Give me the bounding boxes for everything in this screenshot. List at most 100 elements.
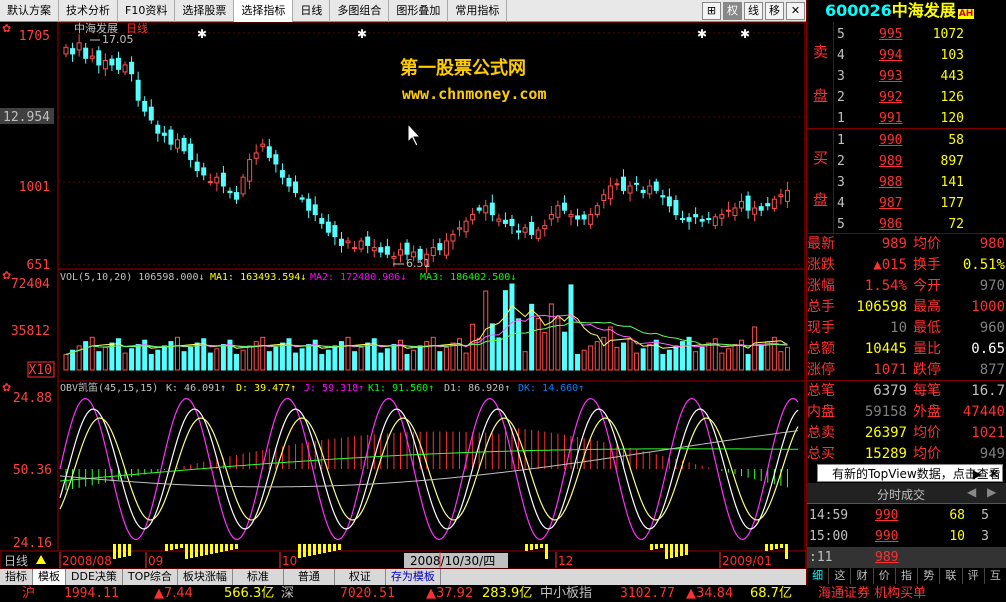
candle-body <box>181 137 187 152</box>
candle-body <box>778 194 784 198</box>
volume-bar <box>699 346 705 371</box>
volume-bar <box>122 352 128 371</box>
close-icon[interactable]: ✕ <box>989 465 999 483</box>
sell-price[interactable]: 993 <box>879 66 902 87</box>
bottom-tab-5[interactable]: 标准 <box>233 569 284 585</box>
buy-row[interactable]: 4 987 177 <box>807 193 1006 214</box>
sell-price[interactable]: 994 <box>879 45 902 66</box>
obv-signal-bar <box>535 544 538 549</box>
sell-row[interactable]: 3 993 443 <box>807 66 1006 87</box>
move-icon[interactable]: 移 <box>765 1 784 20</box>
quote-row: 涨跌 ▲015 换手 0.51% <box>807 255 1006 276</box>
candle-body <box>306 198 312 211</box>
close-icon[interactable]: ✕ <box>786 1 805 20</box>
candle-body <box>516 230 522 233</box>
volume-bar <box>634 352 640 371</box>
right-tab-6[interactable]: 联 <box>940 568 963 584</box>
candle-body <box>371 247 377 252</box>
obv-signal-bar <box>660 544 663 548</box>
time-tick: 10 <box>282 554 297 568</box>
time-tick: 2008/08 <box>62 554 112 568</box>
menu-item-4[interactable]: 选择指标 <box>234 0 294 22</box>
marquee[interactable]: 海通证券 机构买单 <box>806 585 1006 602</box>
right-tab-2[interactable]: 财 <box>851 568 874 584</box>
quote-label-2: 均价 <box>913 236 941 252</box>
sell-price[interactable]: 992 <box>879 87 902 108</box>
volume-bar <box>620 342 626 371</box>
bottom-tab-3[interactable]: TOP综合 <box>123 569 178 585</box>
buy-row[interactable]: 1 990 58 <box>807 130 1006 151</box>
right-tab-4[interactable]: 指 <box>896 568 919 584</box>
sell-price[interactable]: 995 <box>879 24 902 45</box>
price-axis-label: 651 <box>27 258 50 273</box>
quote-panel: 600026中海发展 AH 5 995 1072 4 994 103 3 993 443 2 992 1… <box>806 0 1006 602</box>
quote-label: 总手 <box>807 299 835 315</box>
menu-item-5[interactable]: 日线 <box>293 0 331 22</box>
menu-item-1[interactable]: 技术分析 <box>59 0 118 22</box>
bottom-tab-4[interactable]: 板块涨幅 <box>178 569 233 585</box>
price-axis-label: 1001 <box>19 180 50 195</box>
grid-icon[interactable]: ⊞ <box>702 1 721 20</box>
sell-row[interactable]: 1 991 120 <box>807 108 1006 129</box>
obv-signal-bar <box>545 544 548 559</box>
buy-row[interactable]: 5 986 72 <box>807 214 1006 235</box>
bottom-tab-0[interactable]: 指标 <box>0 569 33 585</box>
sell-row[interactable]: 2 992 126 <box>807 87 1006 108</box>
obv-legend-5: D1: 86.920↑ <box>444 383 510 394</box>
candle-body <box>384 246 390 255</box>
bottom-tab-7[interactable]: 权证 <box>335 569 386 585</box>
candle-body <box>489 202 495 216</box>
rights-icon[interactable]: 权 <box>723 1 742 20</box>
bottom-tab-1[interactable]: 模板 <box>33 569 66 585</box>
menu-item-6[interactable]: 多图组合 <box>330 0 390 22</box>
right-tab-5[interactable]: 势 <box>918 568 941 584</box>
right-tab-0[interactable]: 细 <box>807 568 830 584</box>
sell-price[interactable]: 991 <box>879 108 902 129</box>
topview-arrow-icon[interactable]: ▶ <box>973 465 982 483</box>
ah-badge[interactable]: AH <box>957 9 975 19</box>
buy-price[interactable]: 989 <box>879 151 902 172</box>
chevron-left-icon[interactable]: ◀ <box>967 485 976 499</box>
candle-body <box>660 195 666 198</box>
watermark-title: 第一股票公式网 <box>400 57 526 79</box>
chevron-right-icon[interactable]: ▶ <box>987 485 996 499</box>
obv-signal-bar <box>185 544 188 559</box>
buy-row[interactable]: 3 988 141 <box>807 172 1006 193</box>
sell-row[interactable]: 4 994 103 <box>807 45 1006 66</box>
menu-item-8[interactable]: 常用指标 <box>448 0 508 22</box>
right-tab-1[interactable]: 这 <box>829 568 852 584</box>
buy-volume: 72 <box>948 217 964 232</box>
bottom-tab-2[interactable]: DDE决策 <box>66 569 123 585</box>
obv-signal-bar <box>328 544 331 552</box>
sell-row[interactable]: 5 995 1072 <box>807 24 1006 45</box>
menu-item-3[interactable]: 选择股票 <box>175 0 235 22</box>
buy-price[interactable]: 988 <box>879 172 902 193</box>
candle-body <box>470 214 476 221</box>
buy-price[interactable]: 986 <box>879 214 902 235</box>
buy-row[interactable]: 2 989 897 <box>807 151 1006 172</box>
bottom-tab-6[interactable]: 普通 <box>284 569 335 585</box>
buy-price[interactable]: 987 <box>879 193 902 214</box>
right-tab-8[interactable]: 互 <box>985 568 1006 584</box>
chart-area[interactable]: ✱ ✱ ✱ ✱ 中海发展 日线 17.05 6.51 第一股票公式网 www.chnmoney.c… <box>0 21 807 570</box>
menu-item-0[interactable]: 默认方案 <box>0 0 59 22</box>
topview-notice[interactable]: 有新的TopView数据，点击查看 ▶ ✕ <box>817 464 1003 482</box>
volume-bar <box>293 352 299 371</box>
candle-body <box>201 167 207 176</box>
candle-body <box>161 132 167 136</box>
quote-label: 总额 <box>807 341 835 357</box>
kline-svg[interactable]: ✱ ✱ ✱ ✱中海发展 日线17.056.51第一股票公式网www.chnmoney.c… <box>0 21 807 570</box>
level: 2 <box>837 154 845 169</box>
line-icon[interactable]: 线 <box>744 1 763 20</box>
candle-body <box>555 205 561 218</box>
zx-change: ▲34.84 <box>686 586 734 601</box>
bottom-tab-8[interactable]: 存为模板 <box>386 569 441 585</box>
menu-item-2[interactable]: F10资料 <box>118 0 176 22</box>
candle-body <box>155 124 161 134</box>
right-tab-7[interactable]: 评 <box>963 568 985 584</box>
right-tab-3[interactable]: 价 <box>874 568 896 584</box>
buy-price[interactable]: 990 <box>879 130 902 151</box>
fenshi-header[interactable]: 分时成交 ◀ ▶ <box>807 483 1006 504</box>
volume-bar <box>417 345 423 371</box>
menu-item-7[interactable]: 图形叠加 <box>389 0 449 22</box>
